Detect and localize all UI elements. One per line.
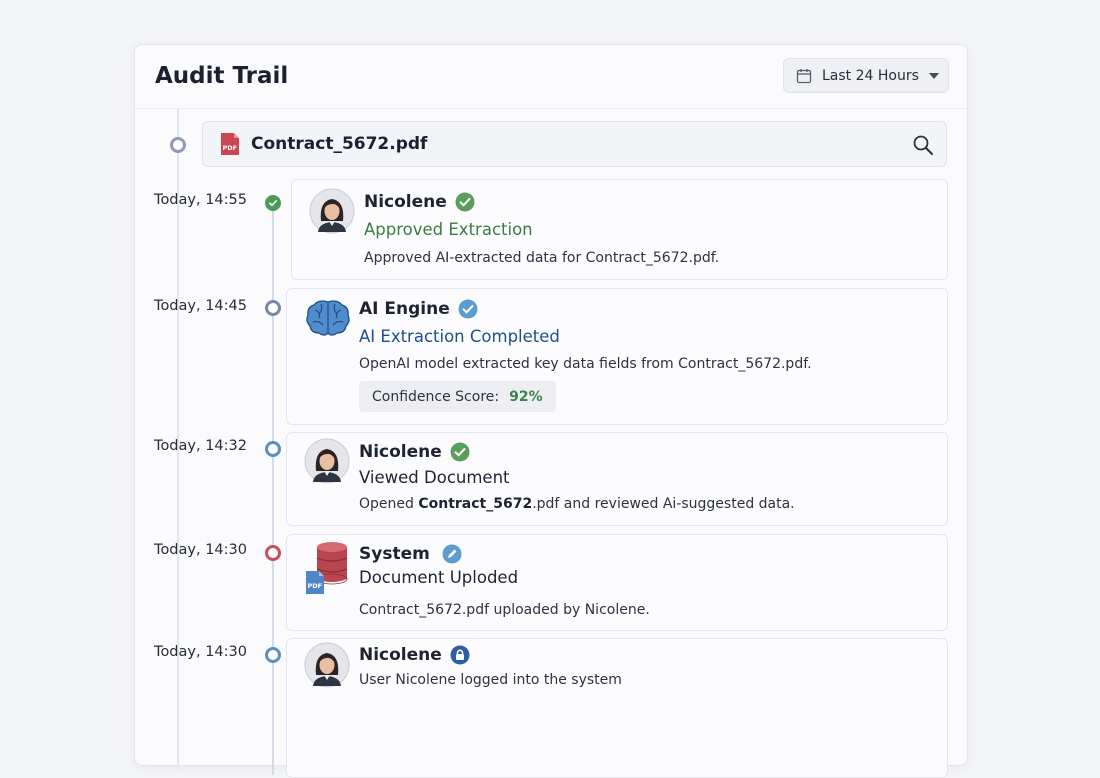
actor-label: Nicolene [359, 442, 442, 462]
actor-label: AI Engine [359, 299, 450, 319]
event-description: User Nicolene logged into the system [359, 672, 622, 688]
avatar [304, 438, 350, 484]
verified-check-icon [450, 442, 470, 462]
file-node-dot [170, 137, 186, 153]
file-header: PDF Contract_5672.pdf [202, 121, 947, 167]
page-title: Audit Trail [155, 63, 289, 89]
check-icon [269, 200, 277, 207]
header-divider [135, 108, 967, 109]
description-filename: Contract_5672 [418, 496, 533, 512]
timeline-dot-ai [265, 300, 281, 316]
avatar [309, 188, 355, 234]
event-card-upload[interactable]: PDF System Document Uploded Contract_567… [286, 534, 948, 631]
event-timestamp: Today, 14:30 [154, 644, 247, 660]
timeline-dot-login [265, 647, 281, 663]
event-timestamp: Today, 14:30 [154, 542, 247, 558]
event-action: Viewed Document [359, 468, 510, 487]
event-card-approved[interactable]: Nicolene Approved Extraction Approved AI… [291, 179, 948, 280]
chevron-down-icon [928, 72, 939, 79]
actor-name: Nicolene [359, 442, 470, 462]
brain-icon [306, 300, 350, 336]
audit-trail-panel: Audit Trail Last 24 Hours PDF Contract_5… [134, 44, 968, 778]
search-icon[interactable] [912, 134, 934, 156]
event-timestamp: Today, 14:45 [154, 298, 247, 314]
timeline-line [272, 195, 274, 775]
event-card-login[interactable]: Nicolene User Nicolene logged into the s… [286, 638, 948, 778]
timeline-dot-approved [265, 195, 281, 211]
timeline-dot-viewed [265, 441, 281, 457]
verified-check-icon [455, 192, 475, 212]
description-text: .pdf and reviewed Ai-suggested data. [532, 496, 795, 512]
avatar [304, 642, 350, 688]
event-description: OpenAI model extracted key data fields f… [359, 356, 812, 372]
event-action: Approved Extraction [364, 220, 533, 239]
event-description: Opened Contract_5672.pdf and reviewed Ai… [359, 496, 795, 512]
event-card-ai-extraction[interactable]: AI Engine AI Extraction Completed OpenAI… [286, 288, 948, 425]
description-text: Opened [359, 496, 419, 512]
time-range-label: Last 24 Hours [822, 67, 919, 84]
timeline-dot-upload [265, 545, 281, 561]
edit-badge-icon [442, 544, 462, 564]
actor-label: System [359, 544, 430, 564]
pdf-file-icon: PDF [221, 133, 239, 155]
calendar-icon [796, 68, 812, 83]
event-description: Contract_5672.pdf uploaded by Nicolene. [359, 602, 650, 618]
lock-icon [450, 645, 470, 665]
confidence-label: Confidence Score: [372, 388, 500, 405]
confidence-score-badge: Confidence Score: 92% [359, 381, 556, 412]
actor-name: Nicolene [359, 645, 470, 665]
database-icon: PDF [306, 542, 348, 594]
actor-name: System [359, 544, 462, 564]
actor-label: Nicolene [364, 192, 447, 212]
actor-name: AI Engine [359, 299, 478, 319]
confidence-value: 92% [509, 388, 543, 405]
verified-check-icon [458, 299, 478, 319]
actor-name: Nicolene [364, 192, 475, 212]
svg-text:PDF: PDF [308, 582, 323, 590]
event-timestamp: Today, 14:55 [154, 192, 247, 208]
event-action: Document Uploded [359, 568, 519, 587]
event-timestamp: Today, 14:32 [154, 438, 247, 454]
pdf-file-icon: PDF [306, 571, 324, 594]
event-action: AI Extraction Completed [359, 327, 560, 346]
event-card-viewed[interactable]: Nicolene Viewed Document Opened Contract… [286, 432, 948, 526]
actor-label: Nicolene [359, 645, 442, 665]
file-name: Contract_5672.pdf [251, 134, 428, 154]
event-description: Approved AI-extracted data for Contract_… [364, 250, 720, 266]
svg-text:PDF: PDF [223, 144, 238, 152]
time-range-dropdown[interactable]: Last 24 Hours [783, 58, 949, 93]
